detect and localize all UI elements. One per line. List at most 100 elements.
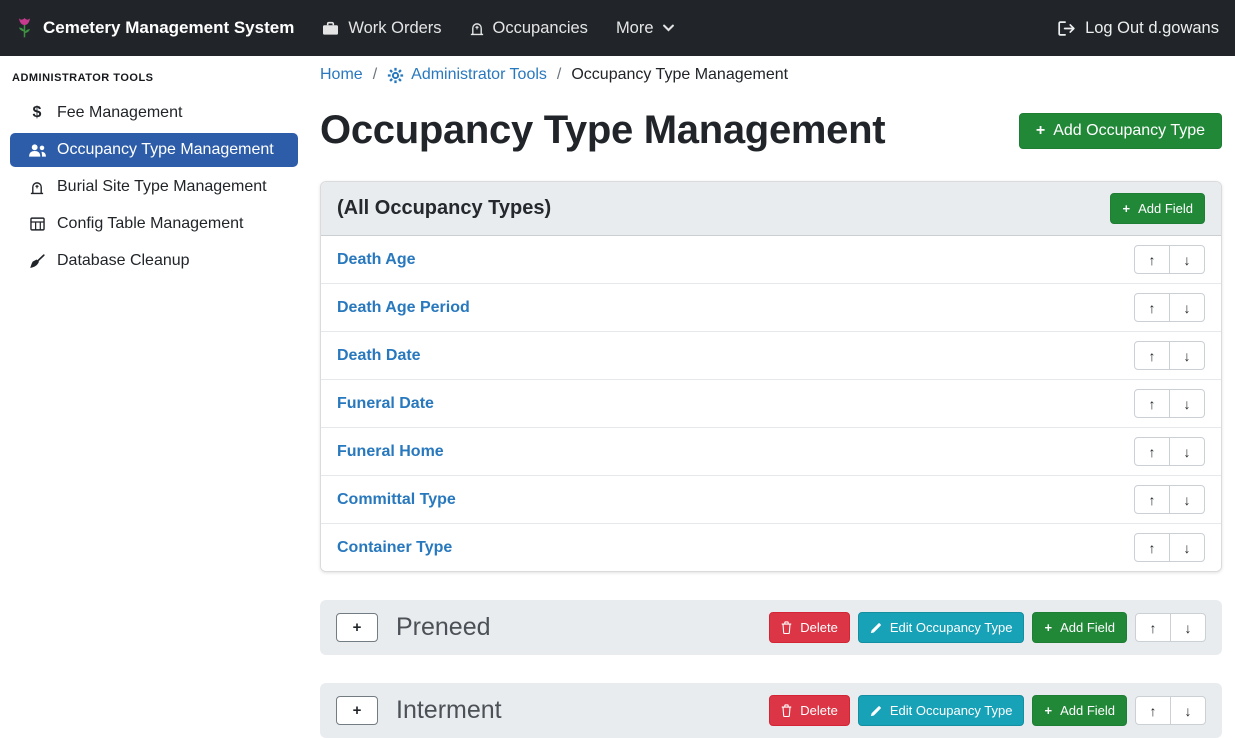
sidebar-item-fee-management[interactable]: $ Fee Management	[10, 96, 298, 130]
breadcrumb-separator: /	[373, 66, 377, 84]
sidebar-item-database-cleanup[interactable]: Database Cleanup	[10, 244, 298, 278]
sidebar-heading: Administrator Tools	[10, 64, 298, 96]
main-content: Home / Administrator Tools / Occupancy T…	[300, 56, 1235, 738]
field-row: Death Age Period ↑ ↓	[321, 283, 1221, 331]
tombstone-icon	[26, 180, 48, 195]
field-row: Container Type ↑ ↓	[321, 523, 1221, 571]
field-row: Death Age ↑ ↓	[321, 236, 1221, 283]
field-row: Funeral Date ↑ ↓	[321, 379, 1221, 427]
sidebar-item-label: Fee Management	[57, 104, 182, 122]
broom-icon	[26, 254, 48, 269]
app-title: Cemetery Management System	[43, 18, 294, 38]
move-down-button[interactable]: ↓	[1169, 533, 1205, 562]
app-brand[interactable]: Cemetery Management System	[16, 17, 294, 39]
field-row: Funeral Home ↑ ↓	[321, 427, 1221, 475]
section-actions: Delete Edit Occupancy Type + Add Field ↑	[769, 612, 1206, 643]
plus-icon: +	[1044, 620, 1052, 635]
move-up-button[interactable]: ↑	[1134, 437, 1170, 466]
flower-logo-icon	[16, 17, 33, 39]
field-link-death-age-period[interactable]: Death Age Period	[337, 299, 470, 317]
expand-section-button[interactable]: +	[336, 696, 378, 725]
sidebar-item-burial-site-type-management[interactable]: Burial Site Type Management	[10, 170, 298, 204]
nav-work-orders[interactable]: Work Orders	[308, 11, 455, 46]
field-link-container-type[interactable]: Container Type	[337, 539, 452, 557]
move-down-button[interactable]: ↓	[1169, 245, 1205, 274]
panel-header: (All Occupancy Types) + Add Field	[321, 182, 1221, 236]
breadcrumb-separator: /	[557, 66, 561, 84]
sidebar-item-config-table-management[interactable]: Config Table Management	[10, 207, 298, 241]
primary-nav: Work Orders Occupancies More	[308, 11, 687, 46]
delete-button[interactable]: Delete	[769, 695, 850, 726]
plus-icon: +	[1122, 201, 1130, 216]
move-up-button[interactable]: ↑	[1135, 613, 1171, 642]
move-down-button[interactable]: ↓	[1170, 696, 1206, 725]
field-row: Committal Type ↑ ↓	[321, 475, 1221, 523]
reorder-button-group: ↑ ↓	[1134, 533, 1205, 562]
trash-icon	[781, 704, 792, 717]
move-down-button[interactable]: ↓	[1169, 293, 1205, 322]
reorder-button-group: ↑ ↓	[1134, 341, 1205, 370]
breadcrumb-current: Occupancy Type Management	[571, 66, 788, 84]
section-title: Interment	[396, 696, 502, 725]
table-icon	[26, 217, 48, 231]
move-down-button[interactable]: ↓	[1169, 485, 1205, 514]
section-actions: Delete Edit Occupancy Type + Add Field ↑	[769, 695, 1206, 726]
move-down-button[interactable]: ↓	[1169, 341, 1205, 370]
pencil-icon	[870, 622, 882, 634]
sidebar-item-label: Occupancy Type Management	[57, 141, 274, 159]
edit-occupancy-type-button[interactable]: Edit Occupancy Type	[858, 695, 1025, 726]
move-up-button[interactable]: ↑	[1134, 533, 1170, 562]
gear-icon	[387, 67, 404, 84]
sidebar-item-label: Database Cleanup	[57, 252, 190, 270]
reorder-button-group: ↑ ↓	[1135, 613, 1206, 642]
reorder-button-group: ↑ ↓	[1134, 245, 1205, 274]
move-up-button[interactable]: ↑	[1134, 485, 1170, 514]
breadcrumb-home-link[interactable]: Home	[320, 66, 363, 84]
logout-link[interactable]: Log Out d.gowans	[1058, 19, 1219, 38]
plus-icon: +	[1044, 703, 1052, 718]
move-up-button[interactable]: ↑	[1135, 696, 1171, 725]
section-title: Preneed	[396, 613, 491, 642]
add-occupancy-type-button[interactable]: + Add Occupancy Type	[1019, 113, 1222, 149]
move-up-button[interactable]: ↑	[1134, 341, 1170, 370]
page-header: Occupancy Type Management + Add Occupanc…	[320, 108, 1222, 153]
nav-occupancies[interactable]: Occupancies	[456, 11, 602, 46]
add-field-button[interactable]: + Add Field	[1110, 193, 1205, 224]
dollar-icon: $	[26, 104, 48, 122]
move-down-button[interactable]: ↓	[1170, 613, 1206, 642]
delete-button[interactable]: Delete	[769, 612, 850, 643]
trash-icon	[781, 621, 792, 634]
breadcrumb-administrator-tools-link[interactable]: Administrator Tools	[387, 66, 547, 84]
reorder-button-group: ↑ ↓	[1134, 389, 1205, 418]
occupancy-type-section-preneed: + Preneed Delete	[320, 600, 1222, 655]
move-up-button[interactable]: ↑	[1134, 389, 1170, 418]
occupancies-icon	[470, 21, 484, 36]
field-link-death-age[interactable]: Death Age	[337, 251, 416, 269]
nav-more[interactable]: More	[602, 11, 688, 46]
edit-occupancy-type-button[interactable]: Edit Occupancy Type	[858, 612, 1025, 643]
field-link-funeral-home[interactable]: Funeral Home	[337, 443, 444, 461]
reorder-button-group: ↑ ↓	[1134, 485, 1205, 514]
reorder-button-group: ↑ ↓	[1134, 293, 1205, 322]
move-up-button[interactable]: ↑	[1134, 245, 1170, 274]
move-up-button[interactable]: ↑	[1134, 293, 1170, 322]
occupancy-type-section-interment: + Interment Delete	[320, 683, 1222, 738]
field-link-death-date[interactable]: Death Date	[337, 347, 421, 365]
users-icon	[26, 143, 48, 158]
all-occupancy-types-panel: (All Occupancy Types) + Add Field Death …	[320, 181, 1222, 572]
sidebar-item-label: Config Table Management	[57, 215, 244, 233]
add-field-button[interactable]: + Add Field	[1032, 695, 1127, 726]
chevron-down-icon	[663, 24, 674, 32]
sidebar-item-label: Burial Site Type Management	[57, 178, 267, 196]
pencil-icon	[870, 705, 882, 717]
breadcrumb: Home / Administrator Tools / Occupancy T…	[320, 66, 1222, 84]
field-link-committal-type[interactable]: Committal Type	[337, 491, 456, 509]
sidebar-item-occupancy-type-management[interactable]: Occupancy Type Management	[10, 133, 298, 167]
add-field-button[interactable]: + Add Field	[1032, 612, 1127, 643]
expand-section-button[interactable]: +	[336, 613, 378, 642]
field-link-funeral-date[interactable]: Funeral Date	[337, 395, 434, 413]
move-down-button[interactable]: ↓	[1169, 389, 1205, 418]
top-navbar: Cemetery Management System Work Orders O…	[0, 0, 1235, 56]
panel-title: (All Occupancy Types)	[337, 197, 551, 220]
move-down-button[interactable]: ↓	[1169, 437, 1205, 466]
